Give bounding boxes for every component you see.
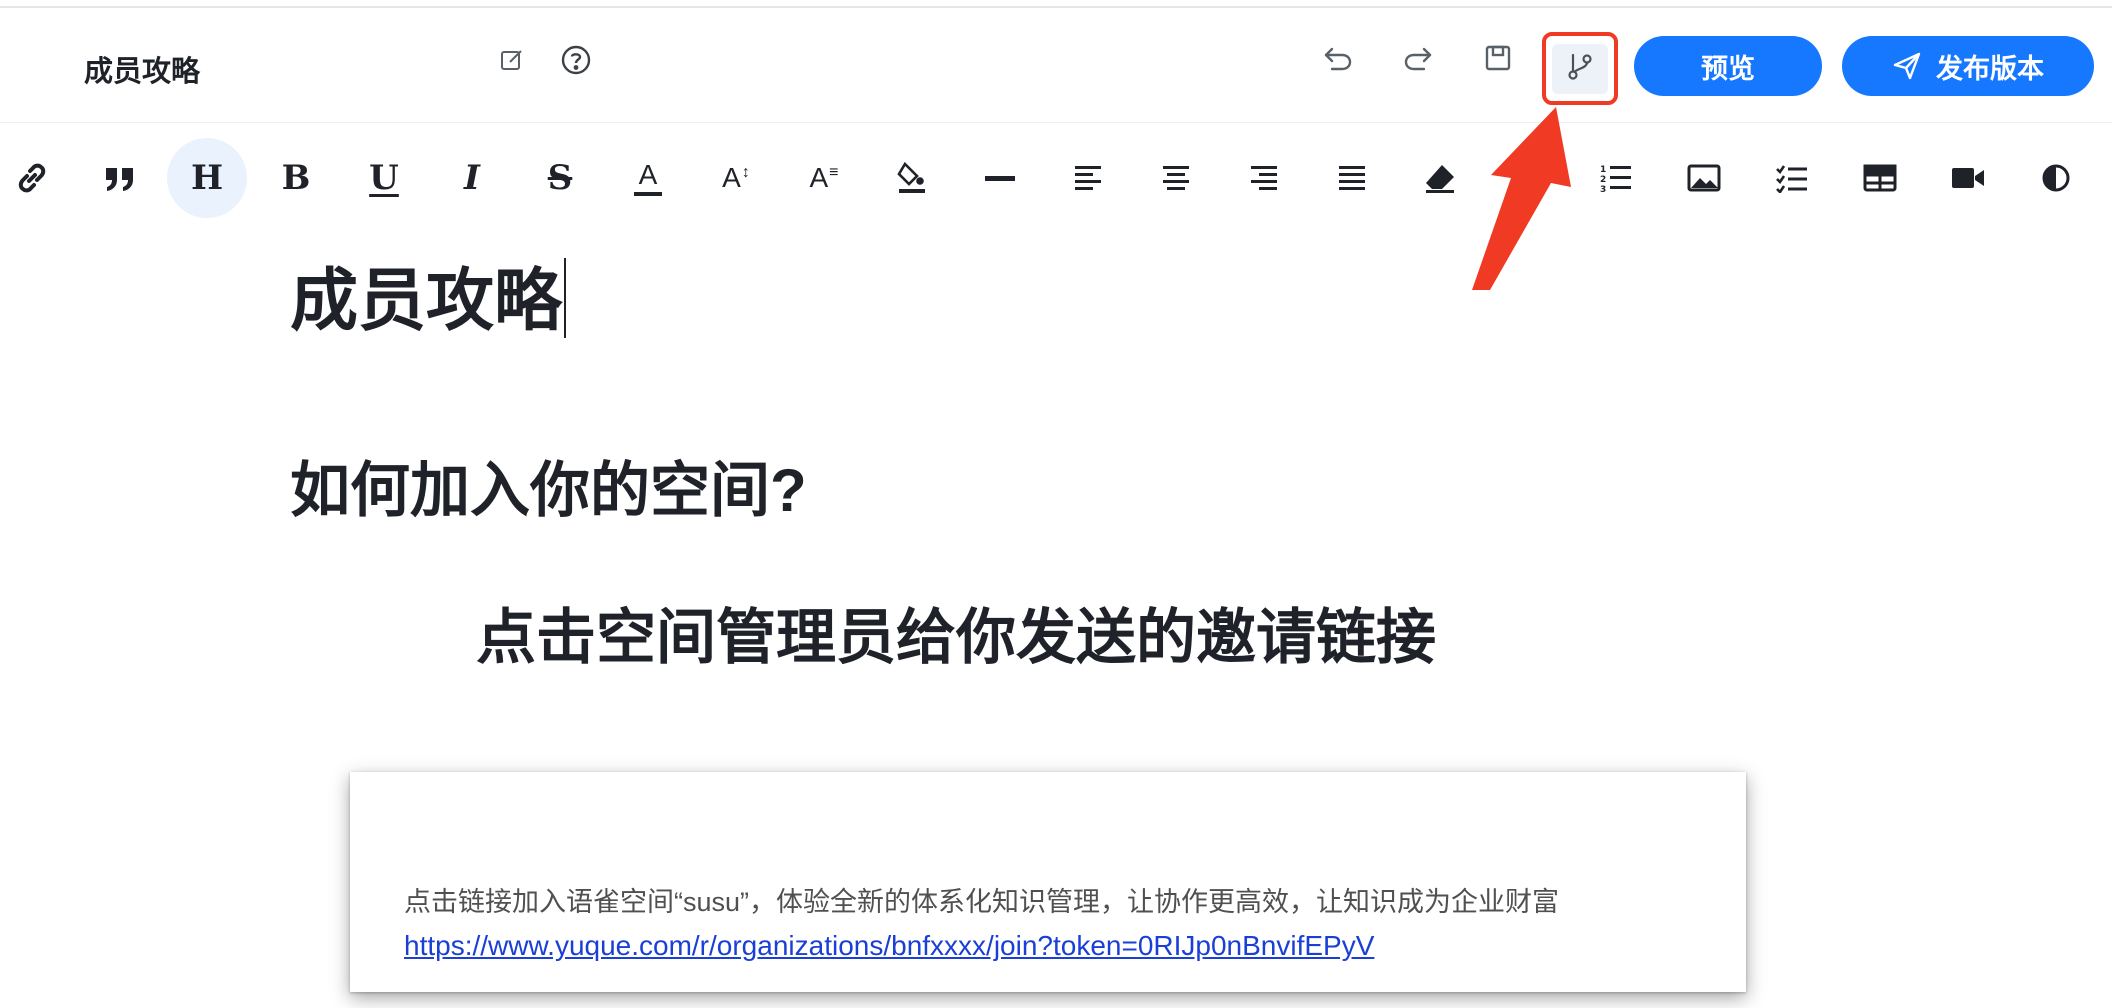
doc-title: 成员攻略: [84, 56, 201, 88]
align-right-icon[interactable]: [1224, 138, 1304, 218]
font-color-button[interactable]: A: [608, 138, 688, 218]
svg-text:2: 2: [1600, 175, 1606, 185]
redo-icon[interactable]: [1398, 38, 1438, 78]
font-size-button[interactable]: A ↕: [696, 138, 776, 218]
align-justify-icon[interactable]: [1312, 138, 1392, 218]
svg-text:1: 1: [1600, 165, 1606, 175]
document-heading[interactable]: 成员攻略: [290, 258, 567, 343]
publish-button[interactable]: 发布版本: [1842, 36, 2094, 96]
edit-icon[interactable]: [494, 42, 530, 78]
heading-button[interactable]: H: [167, 138, 247, 218]
video-icon[interactable]: [1928, 138, 2008, 218]
text-caret: [564, 258, 567, 338]
font-size-arrows-icon: ↕: [741, 164, 750, 181]
line-height-icon: A: [809, 162, 829, 193]
link-icon[interactable]: [0, 138, 72, 218]
quote-icon[interactable]: [80, 138, 160, 218]
undo-icon[interactable]: [1318, 38, 1358, 78]
document-heading-text: 成员攻略: [290, 263, 563, 339]
image-icon[interactable]: [1664, 138, 1744, 218]
line-height-button[interactable]: A ≡: [784, 138, 864, 218]
help-icon[interactable]: [556, 40, 596, 80]
window-top-border: [0, 0, 2112, 8]
bullet-list-icon[interactable]: [1488, 138, 1568, 218]
section-heading[interactable]: 如何加入你的空间?: [290, 455, 807, 527]
underline-icon: U: [369, 158, 399, 198]
table-icon[interactable]: [1840, 138, 1920, 218]
font-size-icon: A: [722, 162, 741, 193]
invite-link[interactable]: https://www.yuque.com/r/organizations/bn…: [404, 930, 1374, 962]
bold-icon: B: [281, 158, 311, 198]
invite-message-text: 点击链接加入语雀空间“susu”，体验全新的体系化知识管理，让协作更高效，让知识…: [404, 887, 1560, 917]
bold-button[interactable]: B: [256, 138, 336, 218]
italic-button[interactable]: I: [432, 138, 512, 218]
svg-text:3: 3: [1600, 185, 1606, 194]
eraser-icon[interactable]: [1400, 138, 1480, 218]
italic-icon: I: [464, 158, 480, 198]
format-toolbar: H B U I S A A ↕ A ≡ 1 2 3: [0, 124, 2112, 234]
heading-icon: H: [190, 158, 224, 198]
font-color-bar: [634, 191, 662, 196]
invite-screenshot-image[interactable]: 点击链接加入语雀空间“susu”，体验全新的体系化知识管理，让协作更高效，让知识…: [350, 772, 1746, 992]
underline-button[interactable]: U: [344, 138, 424, 218]
publish-button-label: 发布版本: [1936, 53, 2044, 84]
ordered-list-icon[interactable]: 1 2 3: [1576, 138, 1656, 218]
preview-button[interactable]: 预览: [1634, 36, 1822, 96]
strikethrough-button[interactable]: S: [520, 138, 600, 218]
save-icon[interactable]: [1478, 38, 1518, 78]
font-color-icon: A: [638, 158, 658, 190]
theme-toggle-icon[interactable]: [2016, 138, 2096, 218]
strikethrough-icon: S: [547, 158, 573, 198]
align-left-icon[interactable]: [1048, 138, 1128, 218]
send-icon: [1892, 51, 1922, 81]
editor-header: 成员攻略 预览 发布版本: [0, 8, 2112, 123]
divider-icon[interactable]: [960, 138, 1040, 218]
subsection-heading[interactable]: 点击空间管理员给你发送的邀请链接: [476, 602, 1436, 674]
checklist-icon[interactable]: [1752, 138, 1832, 218]
align-center-icon[interactable]: [1136, 138, 1216, 218]
highlight-color-icon[interactable]: [872, 138, 952, 218]
preview-button-label: 预览: [1701, 53, 1755, 84]
branch-highlight-box: [1542, 32, 1618, 105]
line-height-lines-icon: ≡: [829, 164, 839, 181]
